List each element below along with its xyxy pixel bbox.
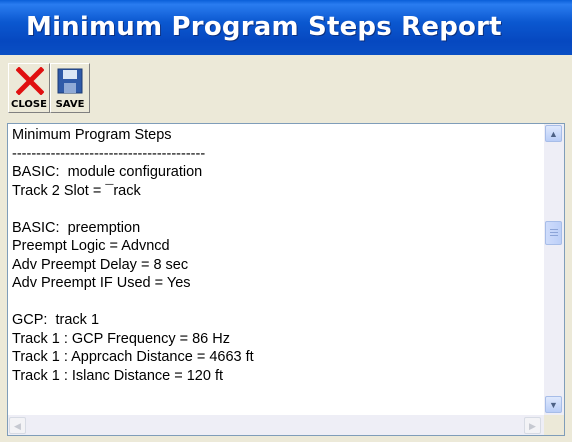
- window-title: Minimum Program Steps Report: [26, 12, 502, 42]
- report-text: Minimum Program Steps -------------------…: [10, 126, 545, 415]
- report-text-panel[interactable]: Minimum Program Steps -------------------…: [7, 123, 565, 436]
- save-button[interactable]: SAVE: [50, 63, 90, 113]
- report-line: Minimum Program Steps: [12, 127, 172, 143]
- scroll-right-button[interactable]: ▶: [524, 417, 541, 434]
- report-line: BASIC: module configuration: [12, 164, 203, 180]
- title-bar: Minimum Program Steps Report: [0, 0, 572, 55]
- report-line: Preempt Logic = Advncd: [12, 238, 170, 254]
- close-button[interactable]: CLOSE: [8, 63, 50, 113]
- report-line: Track 1 : Apprcach Distance = 4663 ft: [12, 349, 254, 365]
- close-button-label: CLOSE: [11, 99, 47, 110]
- scrollbar-corner: [544, 415, 564, 435]
- toolbar: CLOSE SAVE: [0, 55, 572, 118]
- scroll-up-button[interactable]: ▲: [545, 125, 562, 142]
- report-line: Adv Preempt Delay = 8 sec: [12, 256, 189, 273]
- vertical-scrollbar[interactable]: ▲ ▼: [544, 124, 564, 415]
- report-line: Track 2 Slot = ¯rack: [12, 182, 141, 199]
- report-line: Track 1 : GCP Frequency = 86 Hz: [12, 330, 230, 347]
- report-line: GCP: track 1: [12, 312, 100, 328]
- report-line: Adv Preempt IF Used = Yes: [12, 275, 191, 291]
- floppy-disk-icon: [57, 68, 83, 94]
- chevron-right-icon: ▶: [529, 421, 536, 431]
- chevron-left-icon: ◀: [14, 421, 21, 431]
- vertical-scroll-thumb[interactable]: [545, 221, 562, 245]
- chevron-down-icon: ▼: [549, 400, 558, 410]
- chevron-up-icon: ▲: [549, 129, 558, 139]
- report-line: BASIC: preemption: [12, 219, 141, 236]
- report-line: ----------------------------------------: [12, 145, 206, 162]
- scroll-left-button[interactable]: ◀: [9, 417, 26, 434]
- horizontal-scrollbar[interactable]: ◀ ▶: [8, 415, 544, 435]
- red-x-icon: [16, 67, 44, 95]
- report-line: [12, 293, 545, 312]
- report-line: Track 1 : Islanc Distance = 120 ft: [12, 367, 224, 384]
- save-button-label: SAVE: [55, 99, 85, 110]
- scroll-down-button[interactable]: ▼: [545, 396, 562, 413]
- report-line: [12, 200, 545, 219]
